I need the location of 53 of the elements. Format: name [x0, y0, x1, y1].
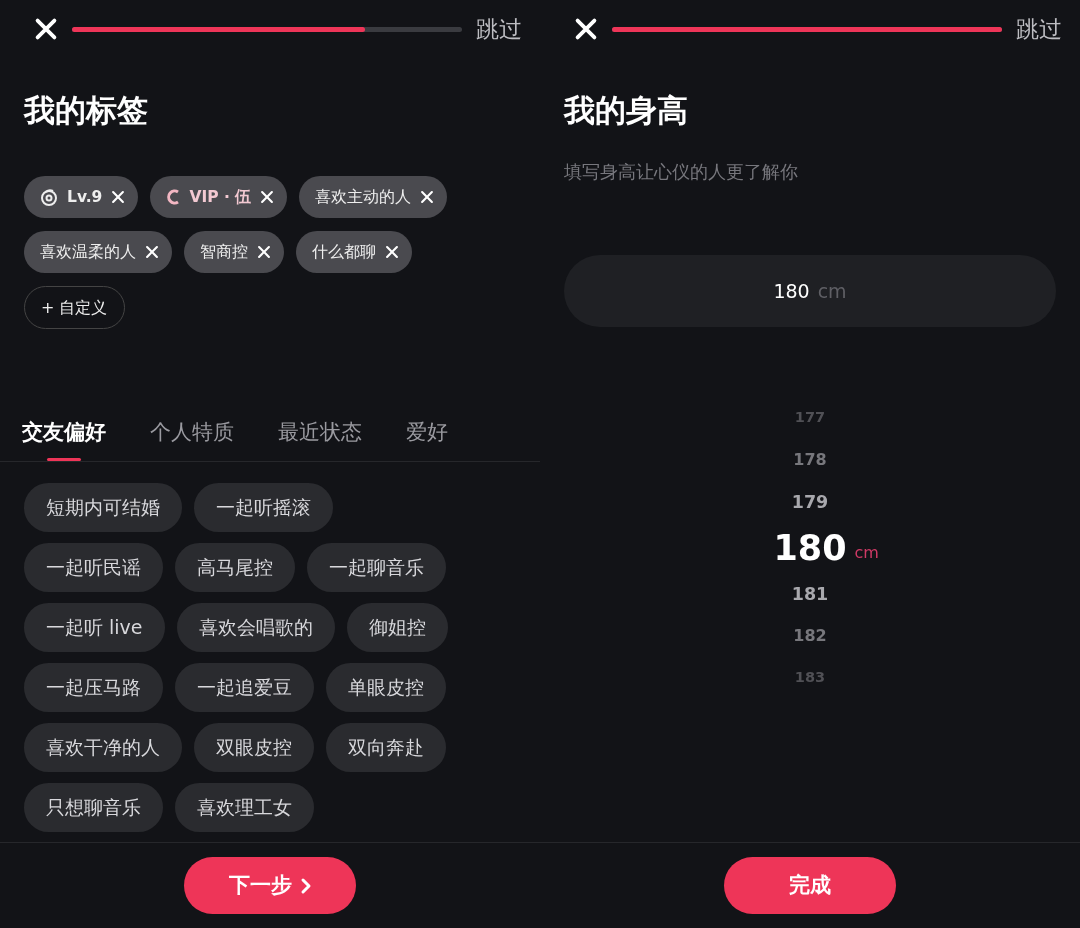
option-chip[interactable]: 一起听民谣 [24, 542, 163, 592]
tab[interactable]: 交友偏好 [22, 417, 106, 461]
option-chip[interactable]: 一起听摇滚 [194, 482, 333, 532]
remove-tag-button[interactable] [420, 190, 435, 205]
tag-label: 智商控 [200, 241, 248, 263]
tag-label: 什么都聊 [312, 241, 376, 263]
primary-button[interactable]: 下一步 [184, 857, 356, 914]
page-title: 我的身高 [562, 91, 689, 130]
picker-option[interactable]: 180 [773, 522, 847, 575]
option-chip[interactable]: 喜欢理工女 [175, 782, 314, 832]
tag-label: 喜欢主动的人 [315, 186, 412, 208]
skip-button[interactable]: 跳过 [476, 11, 522, 47]
ring-icon [166, 188, 181, 207]
option-chip[interactable]: 喜欢会唱歌的 [176, 602, 335, 652]
page-title: 我的标签 [22, 91, 149, 130]
unit-label: cm [854, 542, 879, 565]
picker-option[interactable]: 179 [791, 489, 829, 516]
option-chip[interactable]: 喜欢干净的人 [24, 722, 182, 772]
option-chip[interactable]: 双眼皮控 [194, 722, 314, 772]
skip-button[interactable]: 跳过 [1016, 11, 1062, 47]
close-button[interactable] [574, 17, 598, 41]
chevron-icon [299, 876, 312, 895]
option-chip[interactable]: 短期内可结婚 [24, 482, 182, 532]
option-chip[interactable]: 双向奔赴 [326, 722, 446, 772]
height-field[interactable]: 180 cm [564, 255, 1056, 328]
option-chip[interactable]: 单眼皮控 [326, 662, 446, 712]
option-chip[interactable]: 一起聊音乐 [307, 542, 446, 592]
option-chip[interactable]: 一起听 live [24, 602, 165, 652]
swirl-icon [40, 188, 58, 207]
tab[interactable]: 个人特质 [150, 417, 234, 461]
primary-button[interactable]: 完成 [724, 857, 896, 914]
tab[interactable]: 最近状态 [278, 417, 362, 461]
tag-label: VIP · 伍 [189, 186, 252, 208]
picker-option[interactable]: 178 [793, 448, 827, 473]
option-chip[interactable]: 高马尾控 [175, 542, 295, 592]
option-chip[interactable]: 只想聊音乐 [24, 782, 163, 832]
remove-tag-button[interactable] [385, 245, 399, 260]
option-chip[interactable]: 御姐控 [346, 602, 448, 652]
remove-tag-button[interactable] [111, 190, 126, 205]
subtitle: 填写身高让心仪的人更了解你 [563, 160, 799, 185]
option-chip[interactable]: 一起追爱豆 [175, 662, 314, 712]
tag-label: 喜欢温柔的人 [40, 241, 136, 263]
close-button[interactable] [34, 17, 58, 41]
option-chip[interactable]: 一起压马路 [24, 662, 163, 712]
tab[interactable]: 爱好 [406, 417, 448, 461]
remove-tag-button[interactable] [145, 245, 159, 260]
unit-label: cm [817, 279, 847, 305]
picker-option[interactable]: 182 [793, 624, 827, 649]
remove-tag-button[interactable] [257, 245, 271, 260]
remove-tag-button[interactable] [260, 190, 275, 205]
tag-label: Lv.9 [67, 186, 103, 208]
field-value: 180 [773, 279, 810, 305]
picker-option[interactable]: 181 [791, 581, 829, 608]
